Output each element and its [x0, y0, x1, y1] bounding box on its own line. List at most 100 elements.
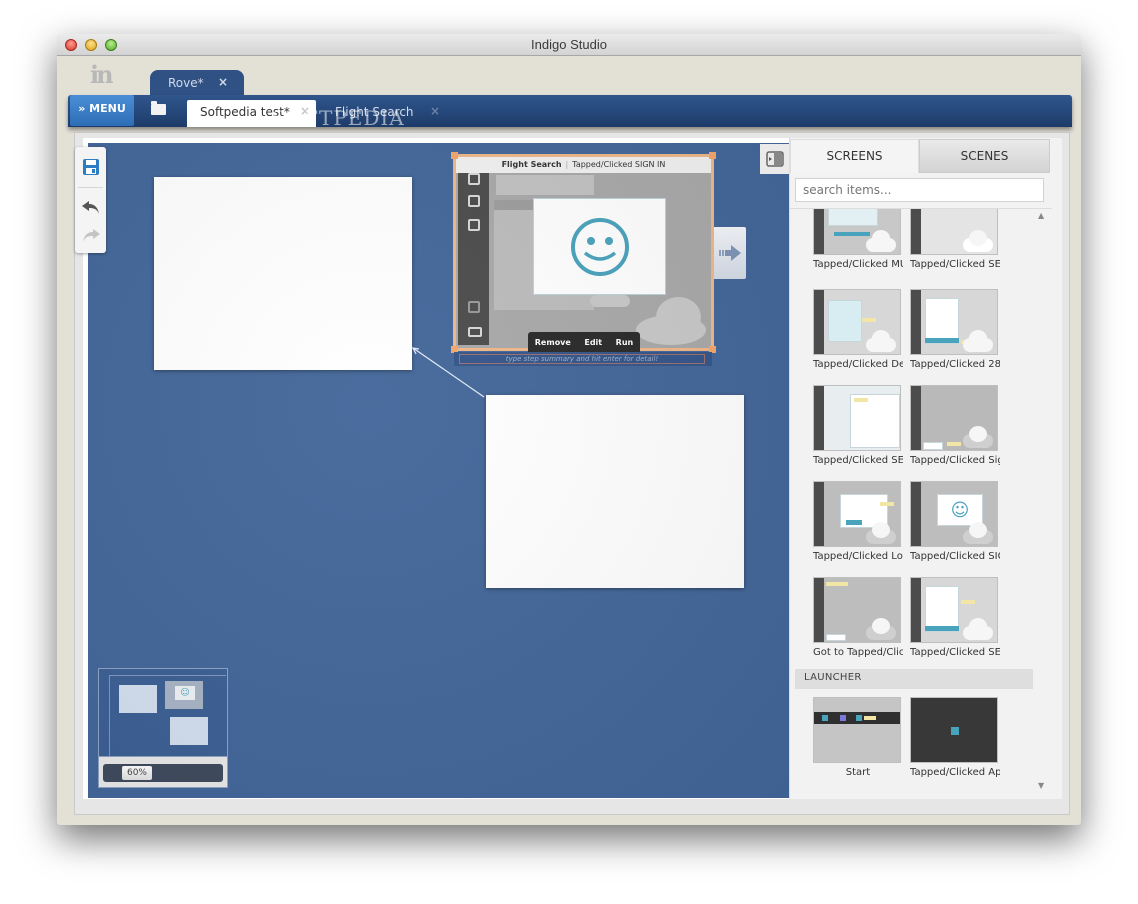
workspace: Flight Search | Tapped/Clicked SIGN IN Rem…	[75, 138, 1062, 799]
run-button[interactable]: Run	[616, 338, 634, 347]
flights-icon	[468, 173, 480, 185]
list-item[interactable]: Start	[813, 697, 901, 778]
screen-name: Flight Search	[501, 160, 562, 169]
car-icon	[468, 195, 480, 207]
thumbnail	[910, 209, 998, 255]
screens-list[interactable]: ▲ Tapped/Clicked MU Tapped/Clicked SEA T…	[790, 208, 1052, 792]
tab-screens[interactable]: SCREENS	[790, 139, 919, 173]
item-label: Tapped/Clicked SIG	[910, 551, 1000, 562]
close-icon[interactable]: ×	[430, 104, 440, 118]
undo-icon	[81, 201, 99, 214]
list-item[interactable]: Tapped/Clicked Ap	[910, 697, 1000, 778]
tab-softpedia-test[interactable]: Softpedia test* ×	[187, 100, 316, 127]
list-item[interactable]: Tapped/Clicked SEA	[910, 577, 1000, 658]
separator: |	[565, 160, 569, 169]
thumbnail	[910, 289, 998, 355]
toolbar-divider	[78, 187, 103, 188]
minimap-screen	[170, 717, 208, 745]
list-item[interactable]: ☺ Tapped/Clicked SIG	[910, 481, 1000, 562]
item-label: Tapped/Clicked Ap	[910, 767, 1000, 778]
item-label: Tapped/Clicked De	[813, 359, 903, 370]
thumbnail	[813, 289, 901, 355]
thumbnail	[813, 481, 901, 547]
list-item[interactable]: Got to Tapped/Clic	[813, 577, 903, 658]
thumbnail	[813, 697, 901, 763]
tab-label: Softpedia test*	[200, 105, 290, 119]
hotel-icon	[468, 219, 480, 231]
minimap[interactable]: ☺ 60%	[98, 668, 228, 788]
tab-flight-search[interactable]: Flight Search ×	[320, 100, 450, 127]
redo-button[interactable]	[75, 221, 106, 249]
screen-sidebar	[458, 173, 489, 345]
thumbnail	[813, 209, 901, 255]
remove-button[interactable]: Remove	[535, 338, 571, 347]
indigo-logo-icon: in	[90, 60, 114, 89]
smiley-icon: ☺	[175, 686, 195, 700]
tab-label: Flight Search	[335, 105, 414, 119]
title-bar: Indigo Studio	[57, 34, 1081, 56]
screen-background-panel	[496, 175, 594, 195]
item-label: Tapped/Clicked 28	[910, 359, 1000, 370]
step-summary-input[interactable]: type step summary and hit enter for deta…	[459, 354, 705, 364]
edit-toolbar	[75, 147, 106, 253]
undo-button[interactable]	[75, 193, 106, 221]
close-icon[interactable]: ×	[300, 104, 310, 118]
scroll-down-icon[interactable]: ▼	[1038, 781, 1044, 790]
item-label: Tapped/Clicked Log	[813, 551, 903, 562]
minimap-screen: ☺	[165, 681, 203, 709]
smiley-icon	[570, 217, 629, 276]
selected-screen-card[interactable]: Flight Search | Tapped/Clicked SIGN IN Rem…	[451, 152, 716, 353]
folder-icon[interactable]	[151, 101, 166, 115]
screen-action-bar: Remove Edit Run	[528, 332, 640, 352]
list-item[interactable]: Tapped/Clicked Log	[813, 481, 903, 562]
zoom-slider[interactable]: 60%	[103, 764, 223, 782]
minimap-screen	[119, 685, 157, 713]
interaction-label: Tapped/Clicked SIGN IN	[572, 160, 666, 169]
thumbnail	[910, 385, 998, 451]
item-label: Tapped/Clicked SEA	[813, 455, 903, 466]
save-button[interactable]	[75, 153, 106, 181]
project-tab-label: Rove*	[168, 76, 204, 90]
save-icon	[82, 159, 99, 175]
close-icon[interactable]: ×	[218, 75, 228, 89]
resize-handle[interactable]	[709, 152, 716, 159]
menu-button[interactable]: » MENU	[70, 95, 134, 126]
list-item[interactable]: Tapped/Clicked 28	[910, 289, 1000, 370]
list-item[interactable]: Tapped/Clicked SEA	[910, 209, 1000, 270]
toggle-panel-button[interactable]	[760, 144, 789, 174]
project-tab-rove[interactable]: Rove* ×	[150, 70, 244, 98]
thumbnail	[813, 385, 901, 451]
screens-panel: SCREENS SCENES ▲ Tapped/Clicked MU	[789, 138, 1062, 799]
item-label: Tapped/Clicked SEA	[910, 647, 1000, 658]
content-frame: Flight Search | Tapped/Clicked SIGN IN Rem…	[74, 132, 1070, 815]
screen-card[interactable]	[486, 395, 744, 588]
minimap-viewport[interactable]: ☺	[99, 669, 227, 757]
list-item[interactable]: Tapped/Clicked SEA	[813, 385, 903, 466]
list-item[interactable]: Tapped/Clicked MU	[813, 209, 903, 270]
item-label: Tapped/Clicked MU	[813, 259, 903, 270]
screen-card[interactable]	[154, 177, 412, 370]
smiley-dialog	[533, 198, 666, 295]
screen-header: Flight Search | Tapped/Clicked SIGN IN	[456, 157, 711, 173]
thumbnail: ☺	[910, 481, 998, 547]
list-item[interactable]: Tapped/Clicked Sig	[910, 385, 1000, 466]
scroll-up-icon[interactable]: ▲	[1038, 211, 1044, 220]
resize-handle[interactable]	[451, 152, 458, 159]
panel-toggle-icon	[766, 151, 784, 167]
tab-scenes[interactable]: SCENES	[919, 139, 1050, 173]
list-item[interactable]: Tapped/Clicked De	[813, 289, 903, 370]
cloud-decoration	[590, 295, 630, 307]
item-label: Tapped/Clicked Sig	[910, 455, 1000, 466]
zoom-level[interactable]: 60%	[122, 766, 152, 780]
launcher-section-header: LAUNCHER	[795, 669, 1033, 689]
search-input[interactable]	[795, 178, 1044, 202]
item-label: Start	[845, 767, 871, 778]
edit-button[interactable]: Edit	[584, 338, 602, 347]
next-step-button[interactable]	[714, 227, 746, 279]
sign-in-icon	[468, 327, 482, 337]
storyboard-canvas[interactable]: Flight Search | Tapped/Clicked SIGN IN Rem…	[88, 143, 789, 798]
thumbnail	[813, 577, 901, 643]
thumbnail	[910, 577, 998, 643]
window-title: Indigo Studio	[531, 37, 607, 52]
thumbnail	[910, 697, 998, 763]
